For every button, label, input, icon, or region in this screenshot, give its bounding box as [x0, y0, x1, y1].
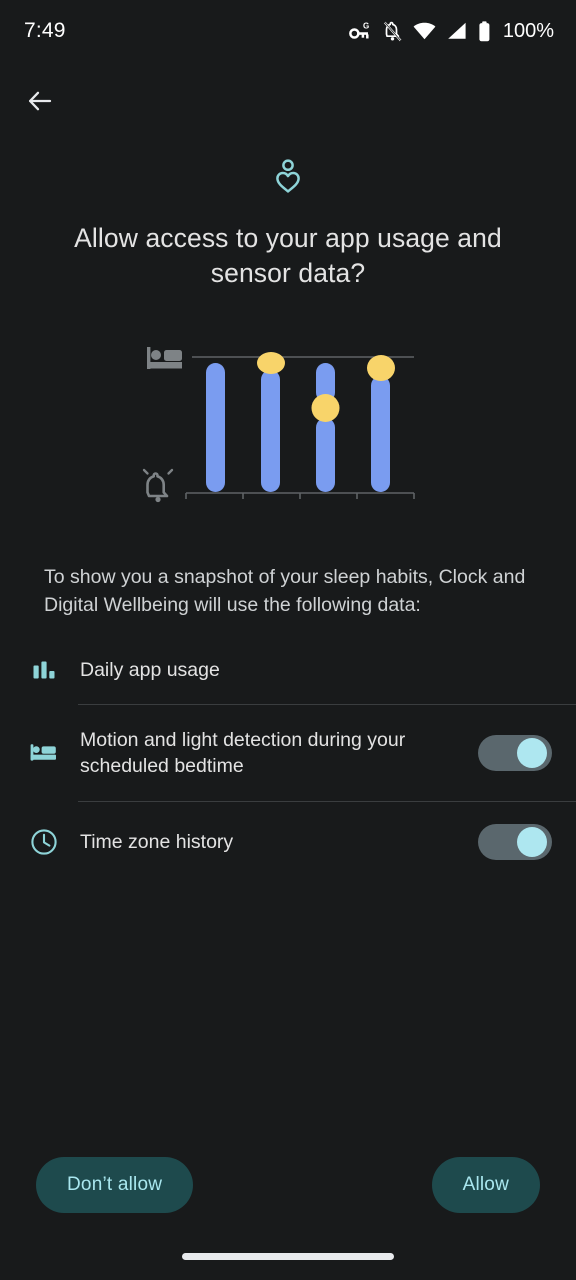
permission-label: Daily app usage — [80, 659, 220, 681]
sleep-schedule-illustration — [0, 330, 576, 520]
battery-percentage: 100% — [502, 19, 554, 42]
status-bar-icons: G 100% — [348, 19, 554, 43]
alarm-bell-icon — [142, 468, 174, 503]
time-zone-history-toggle[interactable] — [478, 824, 552, 860]
status-bar-clock: 7:49 — [24, 19, 66, 42]
status-bar: 7:49 G 100% — [0, 0, 576, 62]
action-bar: Don’t allow Allow — [0, 1157, 576, 1213]
key-g-icon: G — [348, 21, 372, 41]
permission-row-time-zone-history[interactable]: Time zone history — [0, 802, 576, 882]
wifi-icon — [413, 22, 436, 40]
svg-text:G: G — [363, 22, 369, 31]
motion-light-toggle[interactable] — [478, 735, 552, 771]
toggle-thumb — [517, 827, 547, 857]
allow-button[interactable]: Allow — [431, 1157, 540, 1213]
dont-allow-button[interactable]: Don’t allow — [36, 1157, 194, 1213]
permission-label: Time zone history — [80, 831, 234, 853]
app-screen: 7:49 G 100% Allow access to your app usa… — [0, 0, 576, 1280]
bar-chart-icon — [24, 650, 64, 690]
body-description: To show you a snapshot of your sleep hab… — [44, 566, 526, 616]
arrow-back-icon — [27, 88, 53, 119]
page-title: Allow access to your app usage and senso… — [74, 223, 502, 288]
bed-icon — [24, 733, 64, 773]
bed-icon — [147, 347, 182, 369]
permission-row-motion-light[interactable]: Motion and light detection during your s… — [0, 705, 576, 801]
gesture-navigation-bar[interactable] — [182, 1253, 394, 1260]
clock-icon — [24, 822, 64, 862]
wellbeing-person-heart-icon — [0, 158, 576, 196]
notifications-off-icon — [383, 21, 402, 42]
cellular-signal-icon — [447, 22, 467, 40]
battery-full-icon — [478, 20, 491, 42]
toggle-thumb — [517, 738, 547, 768]
permission-row-daily-app-usage[interactable]: Daily app usage — [0, 636, 576, 704]
permission-label: Motion and light detection during your s… — [80, 729, 406, 777]
back-button[interactable] — [17, 80, 63, 126]
permission-list: Daily app usage Motion and light detecti… — [0, 636, 576, 882]
